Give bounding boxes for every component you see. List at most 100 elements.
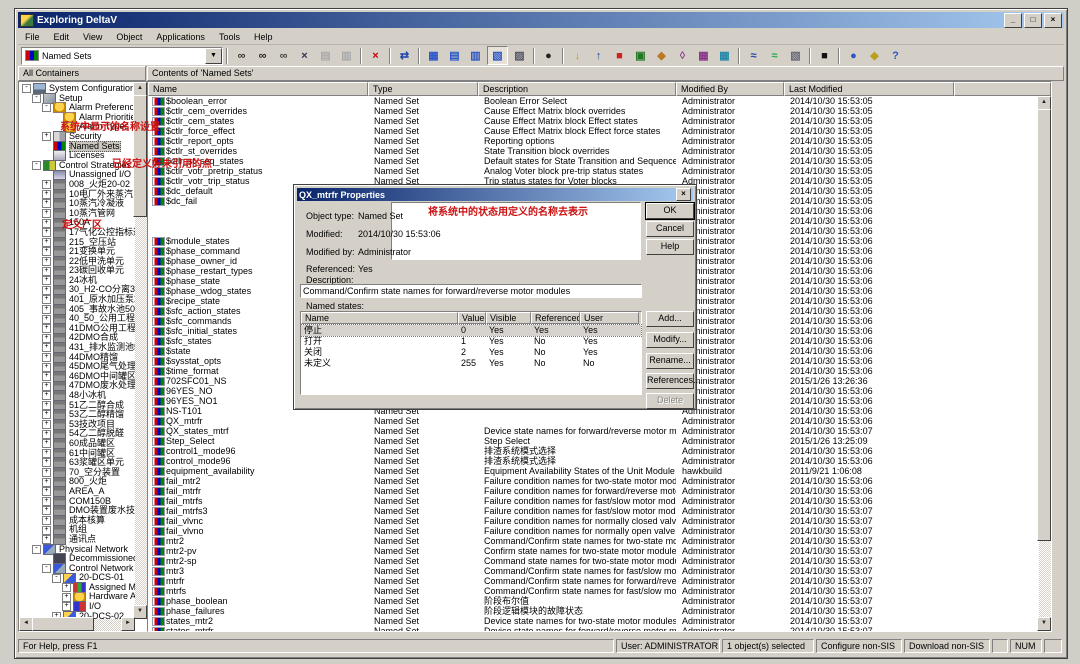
expand-icon[interactable]: + <box>42 315 51 324</box>
expand-icon[interactable]: + <box>42 420 51 429</box>
history-button[interactable]: ▧ <box>786 47 805 64</box>
batch-button[interactable]: ■ <box>815 47 834 64</box>
collapse-icon[interactable]: - <box>32 161 41 170</box>
swap-button[interactable]: ⇄ <box>395 47 414 64</box>
cancel-button[interactable]: Cancel <box>646 221 694 237</box>
expand-icon[interactable]: + <box>42 439 51 448</box>
named-state-row[interactable]: 停止0YesYesYes <box>301 325 641 336</box>
state-column-referenced[interactable]: Referenced <box>531 312 580 324</box>
references-button[interactable]: References... <box>646 373 694 389</box>
dialog-close-icon[interactable]: × <box>676 188 691 201</box>
named-state-row[interactable]: 关闭2YesNoYes <box>301 347 641 358</box>
table-row[interactable]: fail_mtrfsNamed SetFailure condition nam… <box>148 496 1051 506</box>
database-1-button[interactable]: ▦ <box>694 47 713 64</box>
download-button[interactable]: ↓ <box>568 47 587 64</box>
add-button[interactable]: Add... <box>646 311 694 327</box>
collapse-icon[interactable]: - <box>32 545 41 554</box>
tree-scroll-left-icon[interactable]: ◄ <box>19 617 33 631</box>
help-button[interactable]: ● <box>844 47 863 64</box>
table-row[interactable]: $ctlr_st_seq_statesNamed SetDefault stat… <box>148 156 1051 166</box>
table-row[interactable]: $ctlr_cem_overridesNamed SetCause Effect… <box>148 106 1051 116</box>
find-next-button[interactable]: ∞ <box>274 47 293 64</box>
export-button[interactable]: ◆ <box>652 47 671 64</box>
column-header-last-modified[interactable]: Last Modified <box>784 82 954 96</box>
column-header-description[interactable]: Description <box>478 82 676 96</box>
expand-icon[interactable]: + <box>42 199 51 208</box>
expand-icon[interactable]: + <box>42 257 51 266</box>
table-row[interactable]: states_mtrfrNamed SetDevice state names … <box>148 626 1051 632</box>
table-row[interactable]: states_mtr2Named SetDevice state names f… <box>148 616 1051 626</box>
delete-button[interactable]: × <box>366 47 385 64</box>
expand-icon[interactable]: + <box>42 478 51 487</box>
tree-scroll-right-icon[interactable]: ► <box>121 617 135 631</box>
collapse-icon[interactable]: - <box>52 574 61 583</box>
expand-icon[interactable]: + <box>42 410 51 419</box>
menu-applications[interactable]: Applications <box>149 31 212 43</box>
menu-edit[interactable]: Edit <box>47 31 77 43</box>
list-scrollbar-thumb[interactable] <box>1037 109 1051 541</box>
expand-icon[interactable]: + <box>42 286 51 295</box>
expand-icon[interactable]: + <box>42 324 51 333</box>
help-button-dialog[interactable]: Help <box>646 239 694 255</box>
chevron-down-icon[interactable]: ▼ <box>205 48 222 64</box>
expand-icon[interactable]: + <box>42 458 51 467</box>
expand-icon[interactable]: + <box>42 353 51 362</box>
table-row[interactable]: $ctlr_report_optsNamed SetReporting opti… <box>148 136 1051 146</box>
tree-hscrollbar-thumb[interactable] <box>32 617 94 631</box>
find-button[interactable]: ∞ <box>232 47 251 64</box>
expand-icon[interactable]: + <box>42 295 51 304</box>
column-header-type[interactable]: Type <box>368 82 478 96</box>
view-small-icons-button[interactable]: ▤ <box>445 47 464 64</box>
expand-icon[interactable]: + <box>42 190 51 199</box>
books-button[interactable]: ◆ <box>865 47 884 64</box>
chart-1-button[interactable]: ≈ <box>744 47 763 64</box>
view-details-button[interactable]: ▧ <box>487 46 508 65</box>
table-row[interactable]: $ctlr_force_effectNamed SetCause Effect … <box>148 126 1051 136</box>
expand-icon[interactable]: + <box>42 334 51 343</box>
column-header-modified-by[interactable]: Modified By <box>676 82 784 96</box>
table-row[interactable]: $ctlr_st_overridesNamed SetState Transit… <box>148 146 1051 156</box>
context-help-button[interactable]: ? <box>886 47 905 64</box>
table-row[interactable]: fail_mtrfrNamed SetFailure condition nam… <box>148 486 1051 496</box>
expand-icon[interactable]: + <box>42 132 51 141</box>
state-column-value[interactable]: Value <box>458 312 486 324</box>
table-row[interactable]: mtr3Named SetCommand/Confirm state names… <box>148 566 1051 576</box>
menu-help[interactable]: Help <box>247 31 280 43</box>
table-row[interactable]: mtr2Named SetCommand/Confirm state names… <box>148 536 1051 546</box>
expand-icon[interactable]: + <box>42 497 51 506</box>
view-large-icons-button[interactable]: ▦ <box>424 47 443 64</box>
expand-icon[interactable]: + <box>42 363 51 372</box>
table-row[interactable]: fail_vlvnoNamed SetFailure condition nam… <box>148 526 1051 536</box>
delete-button[interactable]: Delete <box>646 393 694 409</box>
tree-scroll-down-icon[interactable]: ▼ <box>133 605 147 619</box>
expand-icon[interactable]: + <box>42 180 51 189</box>
modify-button[interactable]: Modify... <box>646 332 694 348</box>
list-scroll-up-icon[interactable]: ▲ <box>1037 96 1051 110</box>
find-tagged-button[interactable]: ∞ <box>253 47 272 64</box>
expand-icon[interactable]: + <box>42 526 51 535</box>
table-row[interactable]: fail_vlvncNamed SetFailure condition nam… <box>148 516 1051 526</box>
table-row[interactable]: phase_failuresNamed Set阶段逻辑模块的故障状态Admini… <box>148 606 1051 616</box>
collapse-icon[interactable]: - <box>42 564 51 573</box>
ok-button[interactable]: OK <box>646 203 694 219</box>
table-row[interactable]: Step_SelectNamed SetStep SelectAdministr… <box>148 436 1051 446</box>
user-button[interactable]: ● <box>539 47 558 64</box>
collapse-icon[interactable]: - <box>32 94 41 103</box>
table-row[interactable]: mtr2-spNamed SetCommand state names for … <box>148 556 1051 566</box>
expand-icon[interactable]: + <box>42 506 51 515</box>
picture-button[interactable]: ▣ <box>631 47 650 64</box>
upload-button[interactable]: ↑ <box>589 47 608 64</box>
expand-icon[interactable]: + <box>62 583 71 592</box>
state-column-name[interactable]: Name <box>301 312 458 324</box>
collapse-icon[interactable]: - <box>22 84 31 93</box>
expand-icon[interactable]: + <box>42 276 51 285</box>
table-row[interactable]: phase_booleanNamed Set阶段布尔值Administrator… <box>148 596 1051 606</box>
table-row[interactable]: control_mode96Named Set排渣系统模式选择Administr… <box>148 456 1051 466</box>
table-row[interactable]: mtrfsNamed SetCommand/Confirm state name… <box>148 586 1051 596</box>
minimize-button[interactable]: _ <box>1004 13 1022 28</box>
expand-icon[interactable]: + <box>42 209 51 218</box>
paste-button[interactable]: ▥ <box>337 47 356 64</box>
table-row[interactable]: $ctlr_votr_pretrip_statusNamed SetAnalog… <box>148 166 1051 176</box>
expand-icon[interactable]: + <box>42 247 51 256</box>
state-column-visible[interactable]: Visible <box>486 312 531 324</box>
